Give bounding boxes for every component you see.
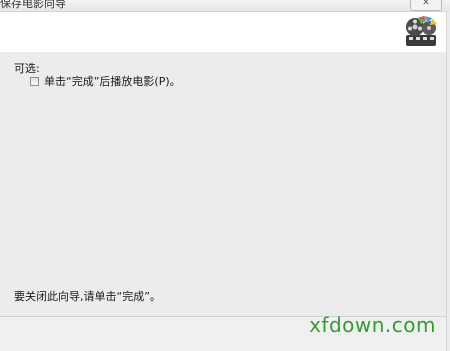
site-watermark: xfdown.com (309, 313, 436, 337)
close-button[interactable]: ✕ (410, 0, 442, 11)
movie-maker-logo-icon (406, 16, 437, 46)
wizard-header (0, 11, 447, 53)
play-movie-checkbox[interactable] (30, 76, 39, 86)
title-bar: 保存电影向导 ✕ (0, 0, 450, 11)
close-icon: ✕ (422, 0, 430, 8)
finish-instruction-text: 要关闭此向导,请单击“完成”。 (14, 290, 161, 303)
play-movie-option[interactable]: 单击“完成”后播放电影(P)。 (30, 73, 181, 89)
window-title: 保存电影向导 (0, 0, 66, 10)
play-movie-checkbox-label[interactable]: 单击“完成”后播放电影(P)。 (44, 73, 181, 89)
wizard-content: 可选: 单击“完成”后播放电影(P)。 要关闭此向导,请单击“完成”。 (0, 52, 447, 316)
